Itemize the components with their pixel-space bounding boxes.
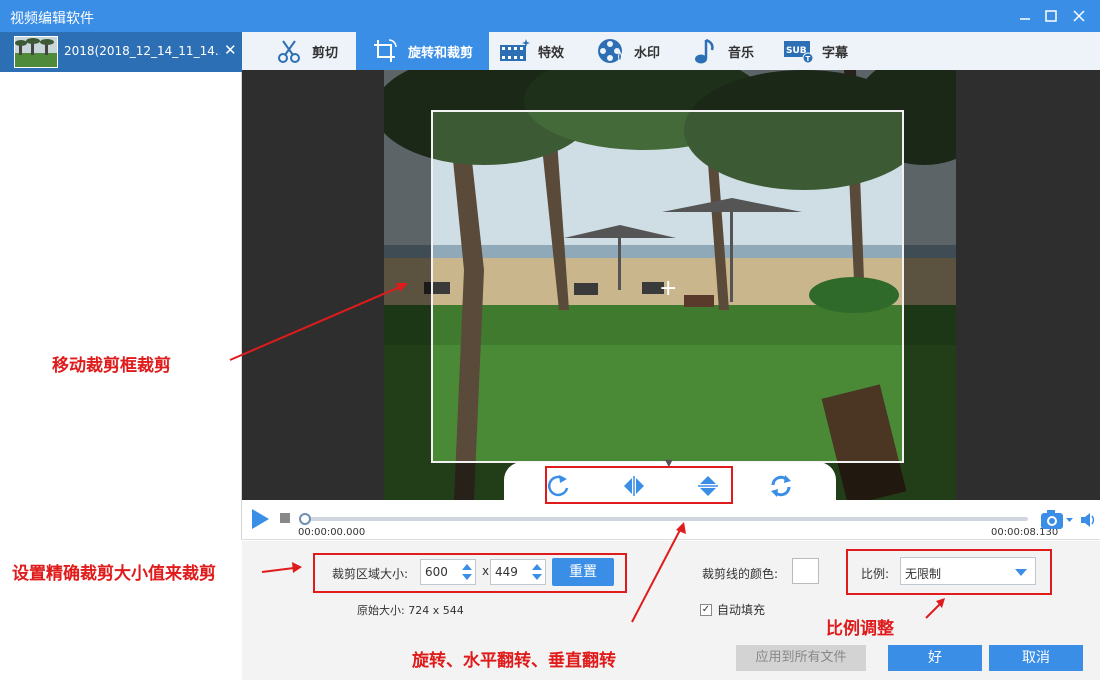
close-icon (1073, 10, 1085, 22)
file-thumbnail (14, 36, 58, 68)
annotation-ratio-adjust: 比例调整 (826, 619, 894, 639)
annotation-precise-size: 设置精确裁剪大小值来裁剪 (12, 564, 216, 584)
camera-icon (1041, 510, 1073, 529)
tab-subtitles[interactable]: SUB T 字幕 (782, 32, 848, 70)
film-effects-icon (500, 39, 530, 61)
crop-move-handle[interactable]: + (659, 276, 677, 301)
reset-transform-button[interactable] (768, 473, 794, 499)
tab-rotate-crop-label: 旋转和裁剪 (408, 45, 474, 61)
tab-effects-label: 特效 (538, 45, 565, 61)
seek-handle[interactable] (299, 513, 311, 525)
annotation-box-crop-size (313, 553, 627, 593)
file-name: 2018(2018_12_14_11_14... (64, 44, 220, 58)
minimize-button[interactable] (1014, 6, 1036, 26)
playback-timeline: 00:00:00.000 00:00:08.130 (242, 500, 1100, 540)
tab-effects[interactable]: 特效 (498, 32, 564, 70)
refresh-icon (771, 475, 791, 497)
autofill-label: 自动填充 (717, 603, 766, 617)
stop-button[interactable] (280, 513, 290, 523)
svg-text:SUB: SUB (786, 46, 807, 56)
remove-file-button[interactable]: ✕ (224, 41, 237, 59)
close-button[interactable] (1068, 6, 1090, 26)
tab-subtitles-label: 字幕 (822, 45, 849, 61)
crop-line-color-label: 裁剪线的颜色: (702, 567, 779, 581)
tab-music[interactable]: 音乐 (688, 32, 754, 70)
current-time: 00:00:00.000 (298, 527, 366, 538)
seek-bar[interactable] (302, 517, 1028, 521)
annotation-rotate-flip: 旋转、水平翻转、垂直翻转 (412, 651, 616, 671)
ok-button[interactable]: 好 (888, 645, 982, 671)
original-size: 原始大小: 724 x 544 (357, 604, 464, 617)
annotation-move-crop: 移动裁剪框裁剪 (52, 356, 171, 376)
file-list-panel: 2018(2018_12_14_11_14... ✕ (0, 32, 242, 540)
tab-watermark-label: 水印 (634, 45, 661, 61)
autofill-option[interactable]: ✓ 自动填充 (700, 601, 765, 618)
video-preview: + ▼ (242, 70, 1100, 500)
play-icon (252, 509, 269, 529)
annotation-box-transform (545, 466, 733, 504)
crop-line-color-picker[interactable] (792, 558, 819, 584)
autofill-checkbox[interactable]: ✓ (700, 603, 712, 616)
music-note-icon (695, 38, 714, 64)
tab-watermark[interactable]: 水印 (594, 32, 660, 70)
maximize-button[interactable] (1040, 6, 1062, 26)
play-button[interactable] (250, 508, 270, 533)
watermark-reel-icon (598, 39, 622, 63)
minimize-icon (1020, 18, 1030, 20)
tab-cut[interactable]: 剪切 (272, 32, 338, 70)
maximize-icon (1045, 10, 1057, 22)
crop-rotate-icon (374, 39, 397, 62)
cancel-button[interactable]: 取消 (989, 645, 1083, 671)
file-list-item[interactable]: 2018(2018_12_14_11_14... ✕ (0, 32, 242, 72)
tab-cut-label: 剪切 (312, 45, 339, 61)
edit-toolbar: 剪切 旋转和裁剪 特效 水印 音乐 SUB T 字幕 (242, 32, 1100, 70)
volume-button[interactable] (1080, 511, 1098, 532)
volume-icon (1081, 513, 1095, 527)
annotation-box-ratio (846, 549, 1052, 595)
subtitle-icon: SUB T (784, 41, 814, 64)
snapshot-button[interactable] (1040, 509, 1074, 534)
apply-to-all-button[interactable]: 应用到所有文件 (736, 645, 866, 671)
app-title: 视频编辑软件 (10, 11, 94, 27)
title-bar: 视频编辑软件 (0, 0, 1100, 32)
svg-text:T: T (806, 55, 811, 63)
scissors-icon (278, 40, 300, 63)
tab-rotate-crop[interactable]: 旋转和裁剪 (356, 32, 489, 70)
tab-music-label: 音乐 (728, 45, 755, 61)
